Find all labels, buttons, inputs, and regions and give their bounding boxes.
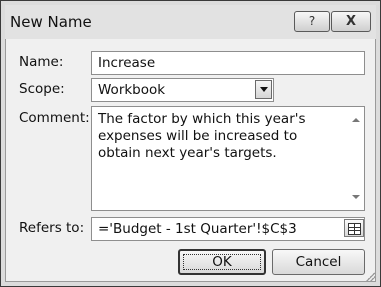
close-icon: X: [345, 14, 357, 29]
focus-rectangle: [183, 254, 261, 270]
name-label: Name:: [19, 54, 64, 70]
refers-to-input[interactable]: ='Budget - 1st Quarter'!$C$3: [91, 217, 365, 241]
scroll-up-icon[interactable]: [352, 118, 360, 122]
collapse-dialog-button[interactable]: [344, 219, 364, 237]
cancel-button[interactable]: Cancel: [272, 249, 365, 275]
scope-label: Scope:: [19, 81, 65, 97]
comment-label: Comment:: [19, 110, 90, 126]
refers-to-label: Refers to:: [19, 220, 85, 236]
comment-textarea[interactable]: The factor by which this year's expenses…: [91, 106, 365, 211]
close-button[interactable]: X: [331, 11, 371, 32]
scope-select[interactable]: Workbook: [91, 78, 274, 102]
range-select-icon: [348, 223, 361, 235]
scope-dropdown-button[interactable]: [255, 80, 272, 99]
dialog-title: New Name: [10, 13, 92, 31]
name-input[interactable]: Increase: [91, 51, 365, 75]
help-icon: ?: [308, 14, 316, 28]
cancel-label: Cancel: [295, 254, 342, 270]
title-bar: New Name ? X: [5, 5, 376, 39]
help-button[interactable]: ?: [294, 11, 330, 32]
resize-grip-icon[interactable]: [365, 271, 375, 281]
chevron-down-icon: [260, 87, 268, 92]
ok-button[interactable]: OK: [178, 249, 266, 275]
scroll-down-icon[interactable]: [352, 195, 360, 199]
comment-scrollbar[interactable]: [348, 107, 364, 210]
